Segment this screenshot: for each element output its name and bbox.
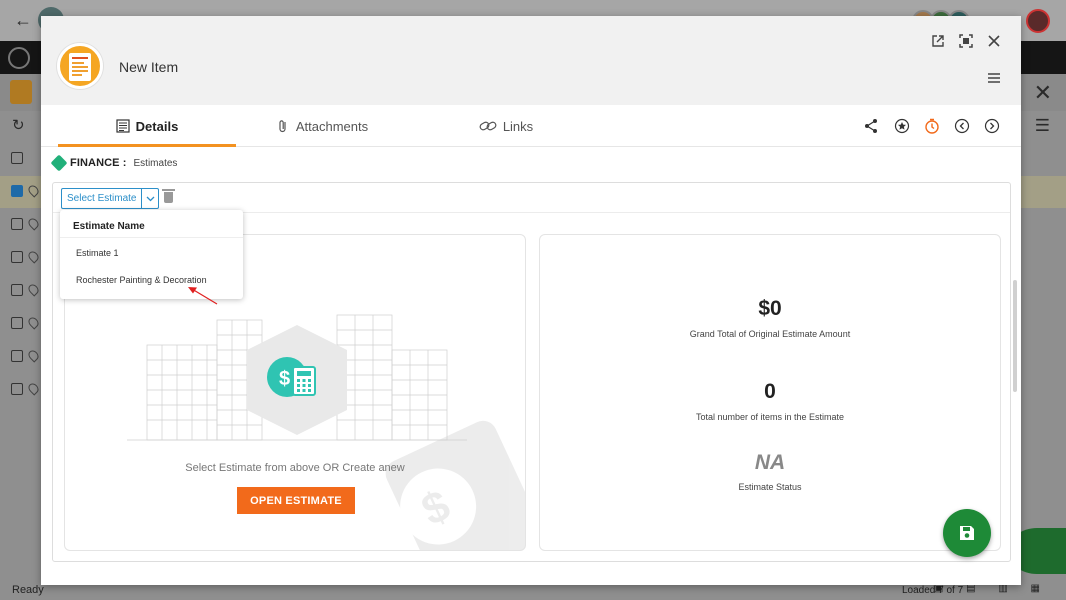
- fullscreen-icon[interactable]: [958, 34, 974, 50]
- buildings-illustration: $: [127, 314, 467, 441]
- mobile-icon[interactable]: [8, 47, 30, 69]
- close-icon[interactable]: [986, 34, 1002, 50]
- location-pin-icon: [26, 249, 41, 264]
- tab-label: Links: [502, 118, 534, 134]
- timer-icon[interactable]: [923, 117, 941, 135]
- finance-icon: [50, 154, 68, 172]
- tab-links[interactable]: Links: [461, 105, 551, 147]
- breadcrumb-section: FINANCE :: [70, 157, 127, 169]
- row-checkbox[interactable]: [11, 317, 23, 329]
- back-arrow-icon[interactable]: ←: [14, 10, 32, 31]
- tab-attachments[interactable]: Attachments: [262, 105, 382, 147]
- row-checkbox[interactable]: [11, 284, 23, 296]
- menu-icon[interactable]: ☰: [1035, 116, 1050, 136]
- annotation-arrow: [188, 287, 218, 305]
- open-external-icon[interactable]: [930, 34, 946, 50]
- estimate-logo-icon: [57, 43, 103, 89]
- location-pin-icon: [26, 282, 41, 297]
- status-ready: Ready: [12, 584, 44, 596]
- modal-scrollbar[interactable]: [1013, 280, 1017, 392]
- dropdown-item[interactable]: Estimate 1: [76, 248, 119, 258]
- select-estimate-dropdown[interactable]: Select Estimate: [61, 188, 160, 209]
- breadcrumb-page: Estimates: [133, 157, 178, 169]
- estimate-status-label: Estimate Status: [738, 482, 802, 492]
- refresh-icon[interactable]: ↻: [12, 116, 25, 134]
- share-icon[interactable]: [862, 117, 880, 135]
- list-doc-icon: [116, 119, 130, 133]
- tab-label: Attachments: [295, 118, 369, 134]
- hamburger-menu-icon[interactable]: [986, 71, 1002, 87]
- tab-details[interactable]: Details: [58, 105, 236, 147]
- estimate-status-value: NA: [754, 451, 786, 474]
- estimate-summary-card: $0 Grand Total of Original Estimate Amou…: [539, 234, 1001, 551]
- row-checkbox[interactable]: [11, 185, 23, 197]
- clipboard-icon: [10, 80, 32, 104]
- select-all-checkbox[interactable]: [11, 152, 23, 164]
- row-checkbox[interactable]: [11, 383, 23, 395]
- paperclip-icon: [276, 119, 290, 133]
- previous-icon[interactable]: [953, 117, 971, 135]
- user-avatar[interactable]: [1026, 9, 1050, 33]
- grand-total-value: $0: [758, 297, 782, 320]
- estimate-toolbar: Select Estimate: [53, 183, 1010, 213]
- modal-title: New Item: [119, 59, 179, 75]
- dropdown-header: Estimate Name: [73, 221, 145, 232]
- row-checkbox[interactable]: [11, 251, 23, 263]
- tab-bar: Details Attachments Links: [41, 105, 1021, 147]
- link-icon: [479, 119, 497, 133]
- select-estimate-label: Select Estimate: [67, 193, 137, 204]
- close-icon[interactable]: ✕: [1034, 80, 1052, 106]
- breadcrumb: FINANCE : Estimates: [50, 154, 178, 172]
- favorite-star-icon[interactable]: [893, 117, 911, 135]
- location-pin-icon: [26, 315, 41, 330]
- chevron-down-icon[interactable]: [141, 189, 158, 208]
- tab-label: Details: [135, 118, 179, 134]
- save-button[interactable]: [943, 509, 991, 557]
- delete-icon[interactable]: [162, 189, 175, 203]
- location-pin-icon: [26, 348, 41, 363]
- next-icon[interactable]: [983, 117, 1001, 135]
- open-estimate-button[interactable]: OPEN ESTIMATE: [237, 487, 355, 514]
- items-count-label: Total number of items in the Estimate: [695, 412, 845, 422]
- divider: [60, 237, 243, 238]
- active-tab-indicator: [58, 144, 236, 147]
- location-pin-icon: [26, 216, 41, 231]
- items-count-value: 0: [764, 380, 776, 403]
- empty-state-hint: Select Estimate from above OR Create ane…: [185, 462, 405, 474]
- grand-total-label: Grand Total of Original Estimate Amount: [689, 329, 851, 339]
- location-pin-icon: [26, 381, 41, 396]
- row-checkbox[interactable]: [11, 218, 23, 230]
- svg-text:$: $: [279, 368, 290, 390]
- row-checkbox[interactable]: [11, 350, 23, 362]
- modal-header: New Item: [41, 16, 1021, 105]
- floppy-disk-icon: [960, 526, 974, 540]
